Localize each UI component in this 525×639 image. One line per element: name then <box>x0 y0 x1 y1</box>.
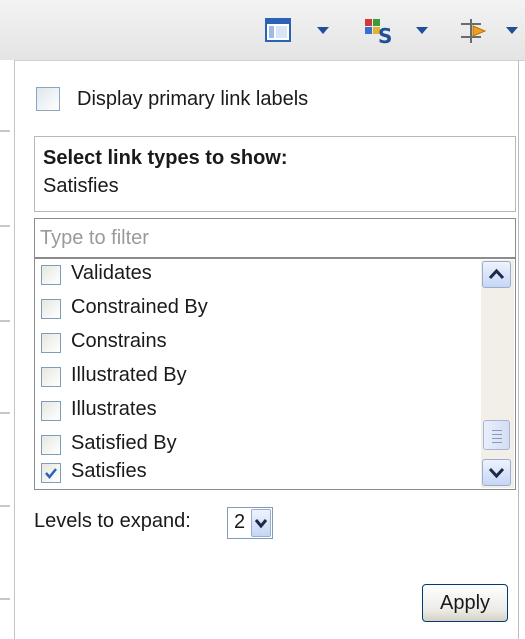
list-scrollbar[interactable] <box>481 260 514 488</box>
checkmark-icon <box>45 468 57 479</box>
link-types-list: Validates Constrained By Constrains Illu… <box>34 258 516 490</box>
list-item[interactable]: Satisfies <box>35 457 475 491</box>
popup-left-border <box>14 60 15 639</box>
levels-value: 2 <box>234 511 246 533</box>
link-direction-dropdown-icon[interactable] <box>506 27 518 34</box>
chevron-down-icon <box>488 467 505 479</box>
list-item[interactable]: Constrained By <box>35 293 475 327</box>
list-item[interactable]: Validates <box>35 259 475 293</box>
scroll-down-button[interactable] <box>482 459 511 486</box>
popup-right-border <box>518 60 519 639</box>
link-types-summary: Select link types to show: Satisfies <box>34 136 516 212</box>
list-item-checkbox[interactable] <box>41 435 61 455</box>
chevron-up-icon <box>488 268 505 280</box>
levels-select[interactable]: 2 <box>227 507 273 539</box>
list-item[interactable]: Illustrated By <box>35 361 475 395</box>
display-primary-label: Display primary link labels <box>77 88 309 110</box>
levels-dropdown-button[interactable] <box>251 509 271 537</box>
background-pane <box>0 60 14 639</box>
display-primary-checkbox[interactable] <box>36 87 60 111</box>
list-item-label: Constrains <box>71 330 167 352</box>
levels-label: Levels to expand: <box>34 510 191 532</box>
svg-text:S: S <box>378 24 392 45</box>
link-types-dropdown-icon[interactable] <box>416 27 428 34</box>
list-item-checkbox-checked[interactable] <box>41 463 61 483</box>
chevron-down-icon <box>254 519 268 529</box>
layout-dropdown-icon[interactable] <box>317 27 329 34</box>
link-types-icon[interactable]: S <box>363 17 397 48</box>
scroll-up-button[interactable] <box>482 261 511 288</box>
filter-input[interactable] <box>34 218 516 258</box>
list-item-label: Constrained By <box>71 296 208 318</box>
list-item-label: Illustrates <box>71 398 157 420</box>
link-direction-icon[interactable] <box>457 17 491 43</box>
list-item-label: Satisfied By <box>71 432 177 454</box>
toolbar: S <box>0 0 525 61</box>
list-item[interactable]: Constrains <box>35 327 475 361</box>
layout-icon[interactable] <box>264 17 292 43</box>
list-item-checkbox[interactable] <box>41 401 61 421</box>
link-types-selected: Satisfies <box>43 175 119 197</box>
list-item-checkbox[interactable] <box>41 265 61 285</box>
list-item-label: Validates <box>71 262 152 284</box>
apply-button[interactable]: Apply <box>422 584 508 622</box>
link-types-title: Select link types to show: <box>43 147 288 169</box>
scroll-thumb[interactable] <box>483 420 510 450</box>
list-item-label: Satisfies <box>71 460 147 482</box>
list-item-checkbox[interactable] <box>41 333 61 353</box>
list-item[interactable]: Illustrates <box>35 395 475 429</box>
list-item-label: Illustrated By <box>71 364 187 386</box>
list-item-checkbox[interactable] <box>41 367 61 387</box>
list-item-checkbox[interactable] <box>41 299 61 319</box>
